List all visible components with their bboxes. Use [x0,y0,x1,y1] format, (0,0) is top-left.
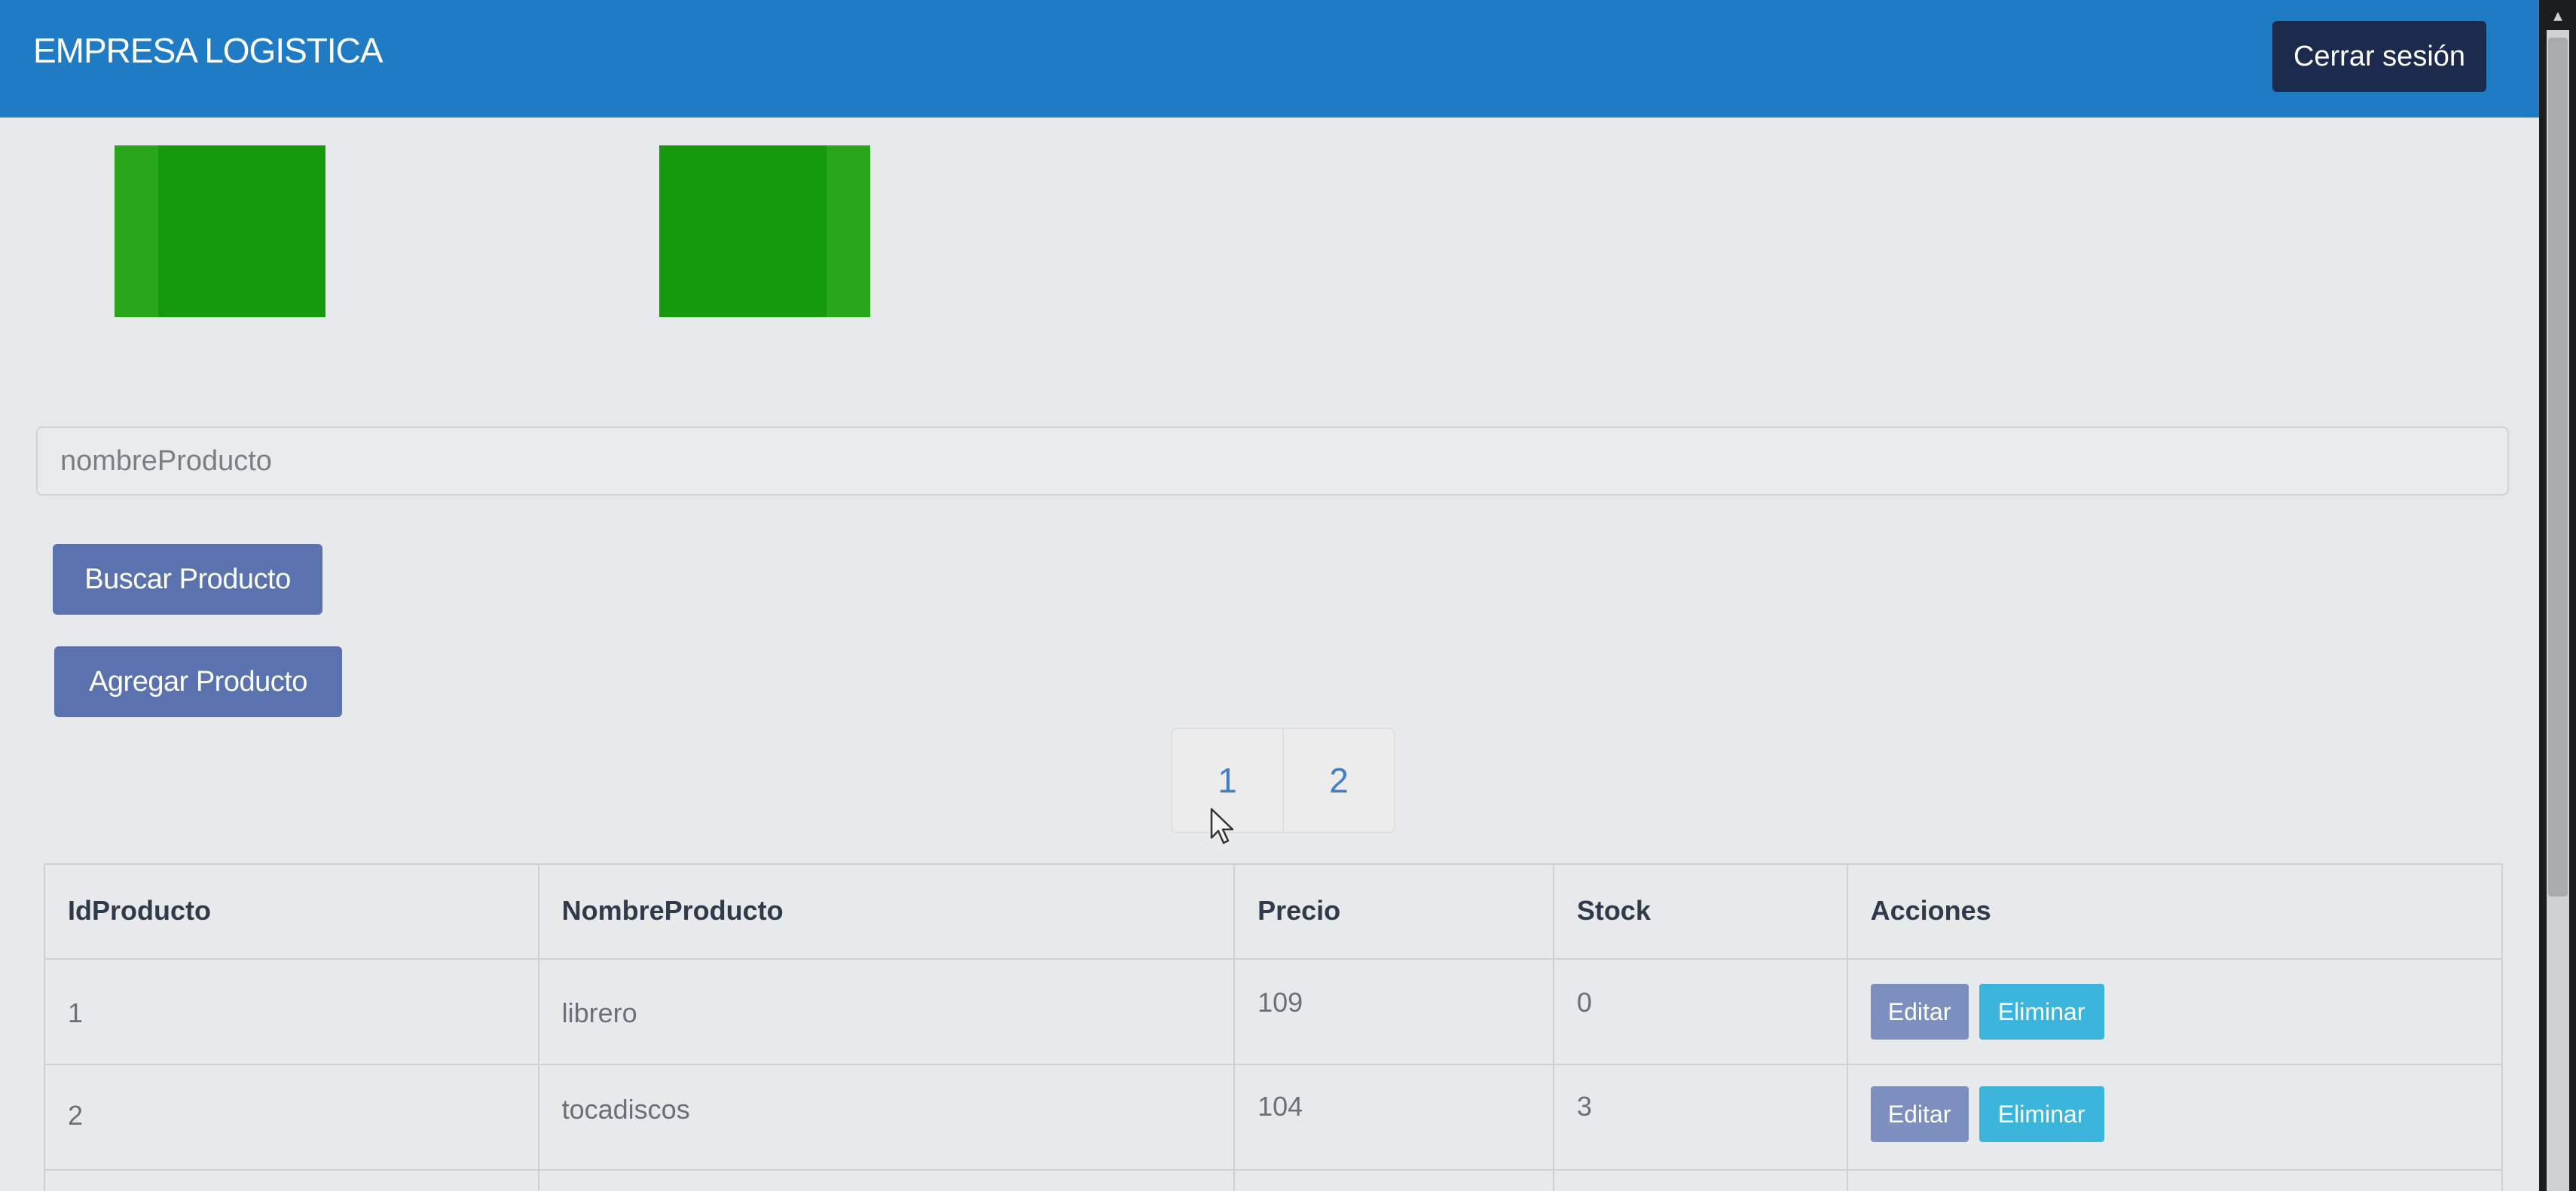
top-navbar: EMPRESA LOGISTICA Cerrar sesión [0,0,2539,118]
window-scrollbar[interactable]: ▴ [2539,0,2576,1191]
pagination: 1 2 [1171,728,1395,833]
cell-empty [537,1169,1236,1191]
products-table: IdProducto NombreProducto Precio Stock A… [44,863,2504,1191]
cell-stock: 0 [1552,958,1848,1065]
cell-empty [1846,1169,2504,1191]
table-row: 2 tocadiscos 104 3 Editar Eliminar [44,1064,2504,1171]
green-banner-image-right [659,145,870,317]
table-row: 1 librero 109 0 Editar Eliminar [44,958,2504,1065]
page-link-2[interactable]: 2 [1282,729,1394,832]
mouse-pointer-icon [1210,808,1234,844]
brand-title[interactable]: EMPRESA LOGISTICA [33,30,383,71]
delete-button[interactable]: Eliminar [1979,984,2104,1040]
chevron-up-icon[interactable]: ▴ [2548,5,2568,27]
column-header-price: Precio [1233,863,1554,960]
add-product-button[interactable]: Agregar Producto [54,646,342,717]
search-product-button[interactable]: Buscar Producto [53,544,322,615]
scrollbar-thumb[interactable] [2548,38,2568,896]
cell-price: 104 [1233,1064,1554,1171]
column-header-id: IdProducto [44,863,539,960]
app-screen: EMPRESA LOGISTICA Cerrar sesión ▴ Buscar… [0,0,2576,1191]
banner-stripe [115,145,158,317]
cell-empty [44,1169,539,1191]
green-banner-image-left [115,145,325,317]
edit-button[interactable]: Editar [1870,1086,1969,1142]
banner-stripe [827,145,870,317]
cell-id: 2 [44,1064,539,1171]
delete-button[interactable]: Eliminar [1979,1086,2104,1142]
cell-price: 109 [1233,958,1554,1065]
cell-empty [1233,1169,1554,1191]
edit-button[interactable]: Editar [1870,984,1969,1040]
cell-name: tocadiscos [537,1064,1236,1171]
column-header-stock: Stock [1552,863,1848,960]
cell-actions: Editar Eliminar [1846,958,2504,1065]
cell-name: librero [537,958,1236,1065]
table-header-row: IdProducto NombreProducto Precio Stock A… [44,863,2504,960]
cell-empty [1552,1169,1848,1191]
product-search-input[interactable] [36,426,2509,496]
scrollbar-track[interactable] [2547,30,2569,1191]
column-header-name: NombreProducto [537,863,1236,960]
cell-stock: 3 [1552,1064,1848,1171]
cell-id: 1 [44,958,539,1065]
logout-button[interactable]: Cerrar sesión [2272,21,2486,92]
column-header-actions: Acciones [1846,863,2504,960]
table-row-partial [44,1169,2504,1191]
cell-actions: Editar Eliminar [1846,1064,2504,1171]
